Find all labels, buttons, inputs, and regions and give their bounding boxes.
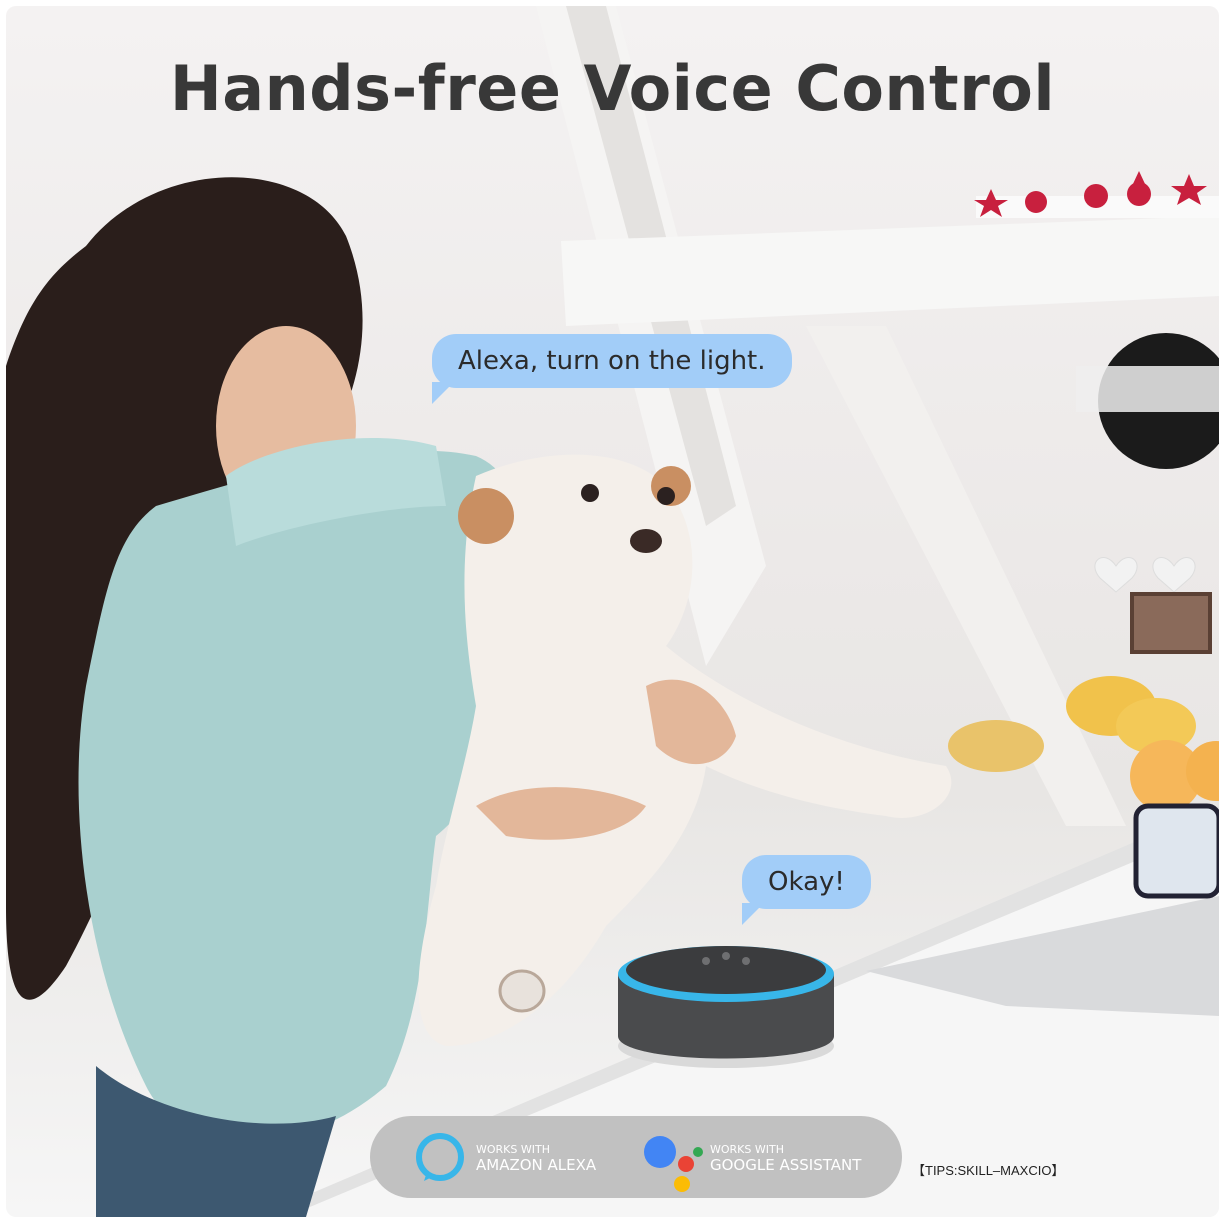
hanging-hearts <box>1094 557 1196 593</box>
google-assistant-icon <box>644 1136 703 1192</box>
picture-frame <box>1130 592 1212 654</box>
dog-paw <box>498 969 546 1013</box>
tips-text: 【TIPS:SKILL–MAXCIO】 <box>912 1163 1065 1178</box>
google-badge-small: WORKS WITH <box>710 1143 784 1156</box>
speech-bubble-reply: Okay! <box>742 855 871 925</box>
alexa-ring-icon <box>416 1133 464 1181</box>
dog-ear-left <box>458 488 514 544</box>
google-badge-big: GOOGLE ASSISTANT <box>710 1155 862 1174</box>
compatibility-badge-bar: WORKS WITH AMAZON ALEXA WORKS WITH GOOGL… <box>370 1116 902 1198</box>
alexa-badge-small: WORKS WITH <box>476 1143 550 1156</box>
product-scene <box>6 6 1219 1217</box>
headline: Hands-free Voice Control <box>169 52 1056 125</box>
google-badge-text: WORKS WITH GOOGLE ASSISTANT <box>710 1143 862 1174</box>
alexa-badge-text: WORKS WITH AMAZON ALEXA <box>476 1143 597 1174</box>
speech-bubble-command: Alexa, turn on the light. <box>432 334 792 404</box>
thermostat-device <box>1133 803 1219 899</box>
echo-dot-speaker <box>618 946 834 1068</box>
scene-illustration <box>6 6 1219 1217</box>
alexa-badge-big: AMAZON ALEXA <box>476 1155 597 1174</box>
